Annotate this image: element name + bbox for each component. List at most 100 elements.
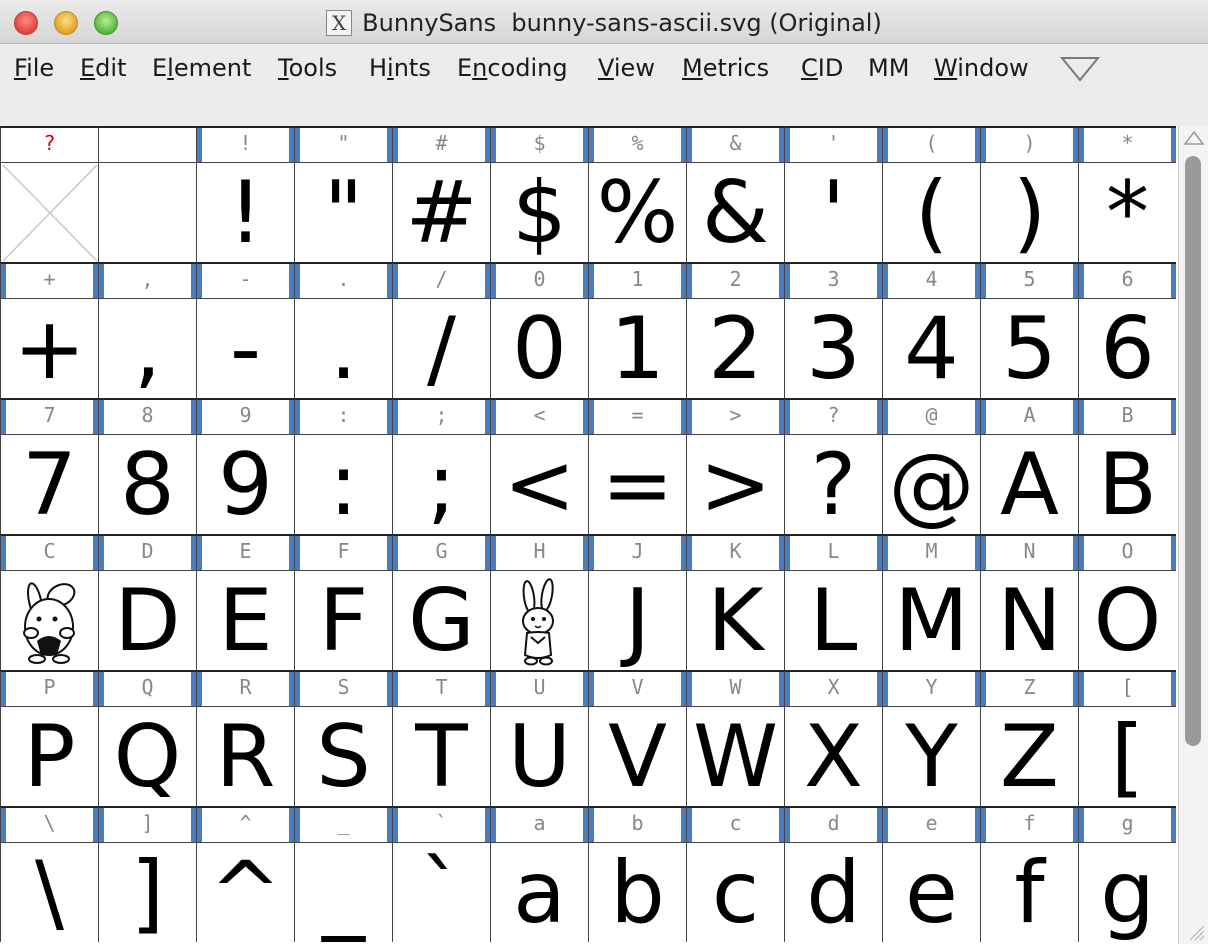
glyph-header-cell[interactable]: X	[784, 670, 882, 706]
glyph-cell[interactable]: &	[686, 162, 784, 262]
menu-edit[interactable]: Edit	[80, 54, 126, 82]
glyph-cell[interactable]: 4	[882, 298, 980, 398]
glyph-header-cell[interactable]: H	[490, 534, 588, 570]
glyph-cell[interactable]: ^	[196, 842, 294, 942]
glyph-cell[interactable]: (	[882, 162, 980, 262]
menu-mm[interactable]: MM	[868, 54, 909, 82]
glyph-cell[interactable]: X	[784, 706, 882, 806]
glyph-cell[interactable]: <	[490, 434, 588, 534]
glyph-header-cell[interactable]: 0	[490, 262, 588, 298]
scroll-thumb[interactable]	[1185, 156, 1201, 746]
glyph-header-cell[interactable]	[98, 126, 196, 162]
glyph-cell[interactable]: M	[882, 570, 980, 670]
glyph-cell[interactable]: J	[588, 570, 686, 670]
glyph-header-cell[interactable]: L	[784, 534, 882, 570]
menu-encoding[interactable]: Encoding	[457, 54, 568, 82]
glyph-cell[interactable]	[0, 162, 98, 262]
glyph-header-cell[interactable]: U	[490, 670, 588, 706]
glyph-header-cell[interactable]: -	[196, 262, 294, 298]
glyph-header-cell[interactable]: O	[1078, 534, 1176, 570]
glyph-cell[interactable]: a	[490, 842, 588, 942]
glyph-cell[interactable]: E	[196, 570, 294, 670]
glyph-cell[interactable]: c	[686, 842, 784, 942]
glyph-header-cell[interactable]: ]	[98, 806, 196, 842]
glyph-cell[interactable]: f	[980, 842, 1078, 942]
glyph-cell[interactable]: U	[490, 706, 588, 806]
glyph-cell[interactable]: 8	[98, 434, 196, 534]
glyph-cell[interactable]: \	[0, 842, 98, 942]
glyph-cell[interactable]: B	[1078, 434, 1176, 534]
glyph-header-cell[interactable]: >	[686, 398, 784, 434]
glyph-cell[interactable]: _	[294, 842, 392, 942]
glyph-header-cell[interactable]: $	[490, 126, 588, 162]
glyph-header-cell[interactable]: 4	[882, 262, 980, 298]
glyph-cell[interactable]: :	[294, 434, 392, 534]
glyph-cell[interactable]: [	[1078, 706, 1176, 806]
glyph-header-cell[interactable]: a	[490, 806, 588, 842]
glyph-header-cell[interactable]: A	[980, 398, 1078, 434]
glyph-header-cell[interactable]: P	[0, 670, 98, 706]
glyph-cell[interactable]: Q	[98, 706, 196, 806]
glyph-header-cell[interactable]: T	[392, 670, 490, 706]
glyph-cell[interactable]: G	[392, 570, 490, 670]
glyph-cell[interactable]: N	[980, 570, 1078, 670]
glyph-header-cell[interactable]: [	[1078, 670, 1176, 706]
glyph-header-cell[interactable]: ?	[0, 126, 98, 162]
glyph-cell[interactable]: 6	[1078, 298, 1176, 398]
menu-hints[interactable]: Hints	[369, 54, 431, 82]
glyph-header-cell[interactable]: B	[1078, 398, 1176, 434]
glyph-cell[interactable]: W	[686, 706, 784, 806]
glyph-cell[interactable]: 3	[784, 298, 882, 398]
glyph-cell[interactable]: #	[392, 162, 490, 262]
glyph-cell[interactable]: 0	[490, 298, 588, 398]
glyph-header-cell[interactable]: 9	[196, 398, 294, 434]
glyph-cell[interactable]: Z	[980, 706, 1078, 806]
glyph-header-cell[interactable]: F	[294, 534, 392, 570]
glyph-cell[interactable]: ,	[98, 298, 196, 398]
glyph-header-cell[interactable]: b	[588, 806, 686, 842]
glyph-header-cell[interactable]: @	[882, 398, 980, 434]
glyph-header-cell[interactable]: 5	[980, 262, 1078, 298]
glyph-header-cell[interactable]: <	[490, 398, 588, 434]
glyph-header-cell[interactable]: 2	[686, 262, 784, 298]
glyph-header-cell[interactable]: V	[588, 670, 686, 706]
glyph-cell[interactable]: ?	[784, 434, 882, 534]
glyph-cell[interactable]: ]	[98, 842, 196, 942]
glyph-header-cell[interactable]: E	[196, 534, 294, 570]
menu-metrics[interactable]: Metrics	[682, 54, 769, 82]
glyph-header-cell[interactable]: M	[882, 534, 980, 570]
glyph-header-cell[interactable]: e	[882, 806, 980, 842]
glyph-header-cell[interactable]: /	[392, 262, 490, 298]
glyph-cell[interactable]: S	[294, 706, 392, 806]
glyph-header-cell[interactable]: *	[1078, 126, 1176, 162]
glyph-cell[interactable]: +	[0, 298, 98, 398]
glyph-cell[interactable]: >	[686, 434, 784, 534]
glyph-header-cell[interactable]: W	[686, 670, 784, 706]
menu-file[interactable]: File	[14, 54, 54, 82]
glyph-cell[interactable]: 1	[588, 298, 686, 398]
glyph-cell[interactable]: `	[392, 842, 490, 942]
glyph-cell[interactable]: 5	[980, 298, 1078, 398]
glyph-header-cell[interactable]: K	[686, 534, 784, 570]
glyph-cell[interactable]: A	[980, 434, 1078, 534]
menu-view[interactable]: View	[598, 54, 655, 82]
menu-window[interactable]: Window	[934, 54, 1029, 82]
glyph-header-cell[interactable]: N	[980, 534, 1078, 570]
glyph-cell[interactable]: .	[294, 298, 392, 398]
glyph-cell[interactable]: g	[1078, 842, 1176, 942]
glyph-header-cell[interactable]: G	[392, 534, 490, 570]
glyph-header-cell[interactable]: ;	[392, 398, 490, 434]
glyph-cell[interactable]	[0, 570, 98, 670]
menu-tools[interactable]: Tools	[278, 54, 337, 82]
vertical-scrollbar[interactable]	[1178, 126, 1208, 944]
glyph-cell[interactable]: '	[784, 162, 882, 262]
glyph-cell[interactable]: 2	[686, 298, 784, 398]
scroll-up-icon[interactable]	[1183, 130, 1205, 146]
glyph-header-cell[interactable]: &	[686, 126, 784, 162]
glyph-header-cell[interactable]: R	[196, 670, 294, 706]
glyph-header-cell[interactable]: D	[98, 534, 196, 570]
glyph-header-cell[interactable]: !	[196, 126, 294, 162]
glyph-cell[interactable]	[490, 570, 588, 670]
glyph-header-cell[interactable]: '	[784, 126, 882, 162]
glyph-header-cell[interactable]: c	[686, 806, 784, 842]
